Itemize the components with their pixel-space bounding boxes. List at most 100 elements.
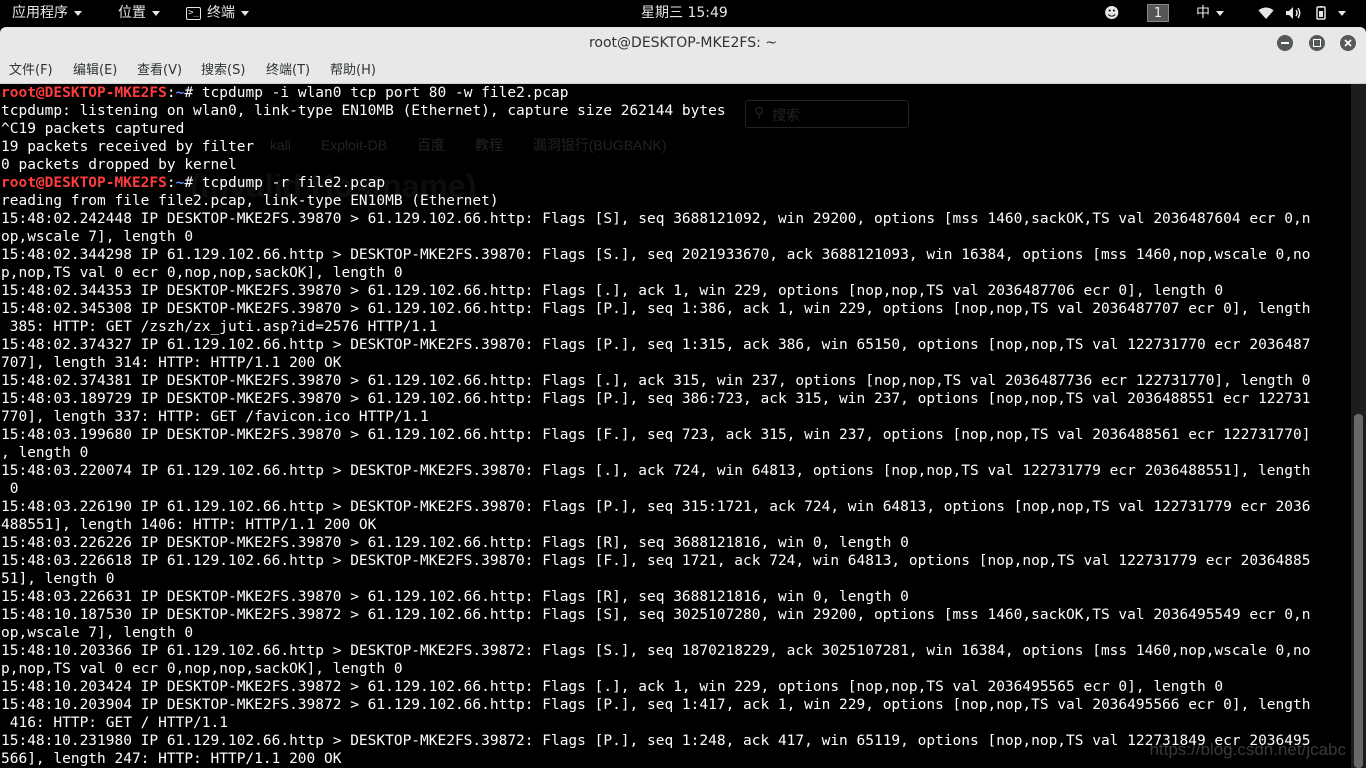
output-line: reading from file file2.pcap, link-type … <box>1 192 1310 210</box>
output-line: 15:48:10.203904 IP DESKTOP-MKE2FS.39872 … <box>1 696 1310 714</box>
battery-icon <box>1316 6 1326 20</box>
output-line: 15:48:03.226226 IP DESKTOP-MKE2FS.39870 … <box>1 534 1310 552</box>
line-text: 566], length 247: HTTP: HTTP/1.1 200 OK <box>1 751 342 767</box>
line-text: 385: HTTP: GET /zszh/zx_juti.asp?id=2576… <box>1 319 438 335</box>
power-menu[interactable] <box>1314 0 1346 27</box>
applications-menu-label: 应用程序 <box>12 5 68 21</box>
output-line: 488551], length 1406: HTTP: HTTP/1.1 200… <box>1 516 1310 534</box>
minimize-button[interactable] <box>1277 35 1293 51</box>
terminal-output[interactable]: ⚲ 搜索 kali Exploit-DB 百度 教程 漏洞银行(BUGBANK)… <box>0 84 1351 768</box>
output-line: 15:48:02.344353 IP DESKTOP-MKE2FS.39870 … <box>1 282 1310 300</box>
output-line: 15:48:03.226618 IP 61.129.102.66.http > … <box>1 552 1310 570</box>
applications-menu[interactable]: 应用程序 <box>12 0 82 27</box>
prompt-separator: : <box>166 85 176 101</box>
prompt-user: root@DESKTOP-MKE2FS <box>1 85 167 101</box>
title-bar[interactable]: root@DESKTOP-MKE2FS: ~ <box>0 27 1366 60</box>
line-text: 15:48:03.226190 IP 61.129.102.66.http > … <box>1 499 1311 515</box>
output-line: 15:48:02.344298 IP 61.129.102.66.http > … <box>1 246 1310 264</box>
line-text: 15:48:10.187530 IP DESKTOP-MKE2FS.39872 … <box>1 607 1311 623</box>
line-text: 15:48:03.189729 IP DESKTOP-MKE2FS.39870 … <box>1 391 1311 407</box>
terminal-app-menu[interactable]: >_ 终端 <box>186 0 249 27</box>
terminal-scrollbar[interactable] <box>1351 84 1366 768</box>
menu-search[interactable]: 搜索(S) <box>201 59 245 83</box>
line-text: 770], length 337: HTTP: GET /favicon.ico… <box>1 409 429 425</box>
line-text: , length 0 <box>1 445 89 461</box>
chevron-down-icon <box>1338 10 1346 16</box>
places-menu-label: 位置 <box>118 5 146 21</box>
output-line: 15:48:03.220074 IP 61.129.102.66.http > … <box>1 462 1310 480</box>
places-menu[interactable]: 位置 <box>118 0 160 27</box>
line-text: 19 packets received by filter <box>1 139 255 155</box>
menu-view[interactable]: 查看(V) <box>137 59 182 83</box>
terminal-lines: root@DESKTOP-MKE2FS:~# tcpdump -i wlan0 … <box>1 84 1310 768</box>
line-text: p,nop,TS val 0 ecr 0,nop,nop,sackOK], le… <box>1 265 403 281</box>
output-line: 15:48:10.203366 IP 61.129.102.66.http > … <box>1 642 1310 660</box>
output-line: 707], length 314: HTTP: HTTP/1.1 200 OK <box>1 354 1310 372</box>
input-method-indicator[interactable]: 中 <box>1196 0 1224 27</box>
output-line: 15:48:03.226190 IP 61.129.102.66.http > … <box>1 498 1310 516</box>
terminal-window: root@DESKTOP-MKE2FS: ~ 文件(F) 编辑(E) 查看(V)… <box>0 27 1366 768</box>
people-icon[interactable]: ☻ <box>1104 0 1120 27</box>
command-line: root@DESKTOP-MKE2FS:~# tcpdump -r file2.… <box>1 174 1310 192</box>
line-text: tcpdump: listening on wlan0, link-type E… <box>1 103 726 119</box>
menu-edit[interactable]: 编辑(E) <box>73 59 117 83</box>
line-text: op,wscale 7], length 0 <box>1 625 194 641</box>
line-text: 15:48:02.374327 IP 61.129.102.66.http > … <box>1 337 1311 353</box>
line-text: 15:48:10.203904 IP DESKTOP-MKE2FS.39872 … <box>1 697 1311 713</box>
line-text: 15:48:10.231980 IP 61.129.102.66.http > … <box>1 733 1311 749</box>
close-icon <box>1344 39 1352 47</box>
output-line: 0 <box>1 480 1310 498</box>
close-button[interactable] <box>1340 35 1356 51</box>
menu-file[interactable]: 文件(F) <box>9 59 53 83</box>
output-line: 15:48:02.345308 IP DESKTOP-MKE2FS.39870 … <box>1 300 1310 318</box>
maximize-icon <box>1313 39 1321 47</box>
scrollbar-thumb[interactable] <box>1354 414 1363 768</box>
line-text: 15:48:03.226631 IP DESKTOP-MKE2FS.39870 … <box>1 589 909 605</box>
line-text: 15:48:03.220074 IP 61.129.102.66.http > … <box>1 463 1311 479</box>
line-text: tcpdump -r file2.pcap <box>201 175 386 191</box>
volume-icon[interactable] <box>1285 0 1303 27</box>
output-line: 15:48:02.374381 IP DESKTOP-MKE2FS.39870 … <box>1 372 1310 390</box>
line-text: op,wscale 7], length 0 <box>1 229 194 245</box>
workspace-indicator[interactable]: 1 <box>1147 0 1169 27</box>
output-line: 15:48:10.231980 IP 61.129.102.66.http > … <box>1 732 1310 750</box>
line-text: 488551], length 1406: HTTP: HTTP/1.1 200… <box>1 517 377 533</box>
line-text: reading from file file2.pcap, link-type … <box>1 193 499 209</box>
clock[interactable]: 星期三 15:49 <box>641 0 728 27</box>
output-line: 385: HTTP: GET /zszh/zx_juti.asp?id=2576… <box>1 318 1310 336</box>
output-line: p,nop,TS val 0 ecr 0,nop,nop,sackOK], le… <box>1 264 1310 282</box>
menu-terminal[interactable]: 终端(T) <box>266 59 310 83</box>
line-text: 15:48:03.226618 IP 61.129.102.66.http > … <box>1 553 1311 569</box>
prompt-symbol: # <box>184 175 202 191</box>
line-text: ^C19 packets captured <box>1 121 185 137</box>
output-line: 15:48:02.374327 IP 61.129.102.66.http > … <box>1 336 1310 354</box>
terminal-app-label: 终端 <box>207 5 235 21</box>
output-line: 19 packets received by filter <box>1 138 1310 156</box>
prompt-symbol: # <box>184 85 202 101</box>
prompt-separator: : <box>166 175 176 191</box>
top-panel: 应用程序 位置 >_ 终端 星期三 15:49 ☻ 1 中 <box>0 0 1366 27</box>
line-text: p,nop,TS val 0 ecr 0,nop,nop,sackOK], le… <box>1 661 403 677</box>
output-line: 51], length 0 <box>1 570 1310 588</box>
chevron-down-icon <box>152 10 160 16</box>
prompt-user: root@DESKTOP-MKE2FS <box>1 175 167 191</box>
output-line: 770], length 337: HTTP: GET /favicon.ico… <box>1 408 1310 426</box>
line-text: 51], length 0 <box>1 571 115 587</box>
output-line: ^C19 packets captured <box>1 120 1310 138</box>
maximize-button[interactable] <box>1309 35 1325 51</box>
line-text: 15:48:02.344353 IP DESKTOP-MKE2FS.39870 … <box>1 283 1224 299</box>
wifi-icon[interactable] <box>1258 0 1274 27</box>
line-text: 15:48:10.203424 IP DESKTOP-MKE2FS.39872 … <box>1 679 1224 695</box>
output-line: 15:48:03.199680 IP DESKTOP-MKE2FS.39870 … <box>1 426 1310 444</box>
output-line: op,wscale 7], length 0 <box>1 624 1310 642</box>
watermark: https://blog.csdn.net/jcabc <box>1149 740 1346 759</box>
line-text: 15:48:10.203366 IP 61.129.102.66.http > … <box>1 643 1311 659</box>
output-line: 416: HTTP: GET / HTTP/1.1 <box>1 714 1310 732</box>
line-text: 15:48:02.345308 IP DESKTOP-MKE2FS.39870 … <box>1 301 1311 317</box>
chevron-down-icon <box>1216 10 1224 16</box>
output-line: 15:48:03.226631 IP DESKTOP-MKE2FS.39870 … <box>1 588 1310 606</box>
line-text: 416: HTTP: GET / HTTP/1.1 <box>1 715 228 731</box>
output-line: 0 packets dropped by kernel <box>1 156 1310 174</box>
output-line: p,nop,TS val 0 ecr 0,nop,nop,sackOK], le… <box>1 660 1310 678</box>
menu-help[interactable]: 帮助(H) <box>330 59 376 83</box>
